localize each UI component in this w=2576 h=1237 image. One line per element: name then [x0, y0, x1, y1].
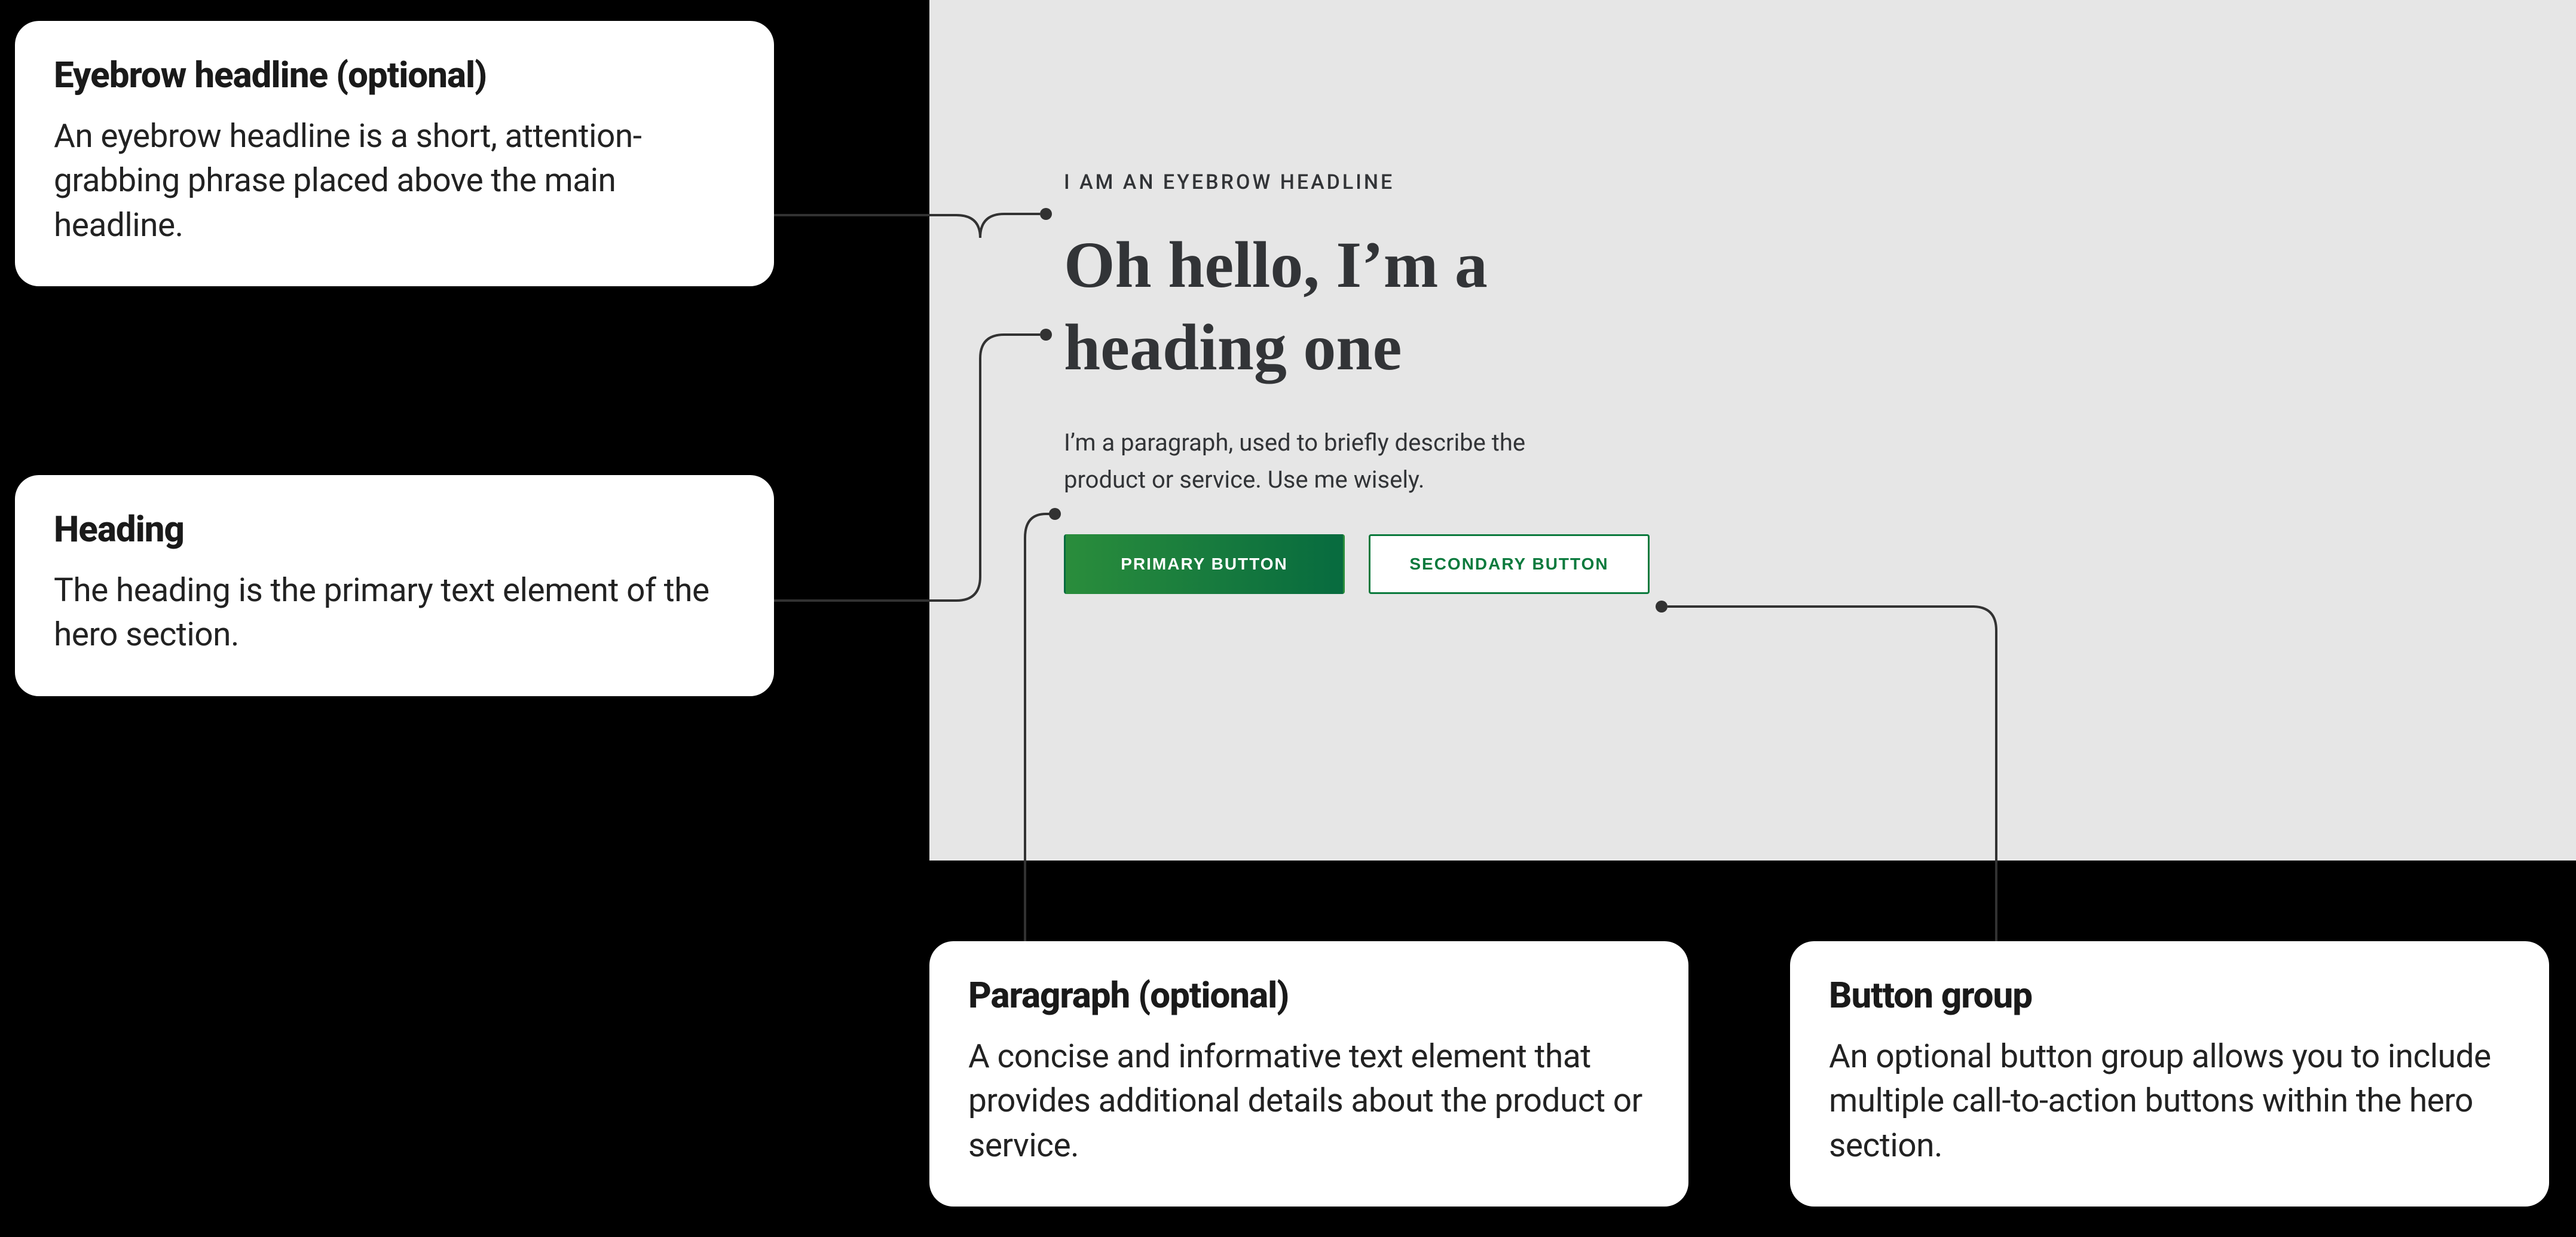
callout-body: The heading is the primary text element … — [54, 568, 735, 657]
hero-eyebrow: I AM AN EYEBROW HEADLINE — [1064, 170, 1781, 194]
callout-title: Paragraph (optional) — [968, 974, 1650, 1016]
hero-mockup: I AM AN EYEBROW HEADLINE Oh hello, I’m a… — [929, 0, 2576, 861]
secondary-button[interactable]: SECONDARY BUTTON — [1369, 534, 1650, 594]
callout-body: A concise and informative text element t… — [968, 1034, 1650, 1168]
hero-paragraph: I’m a paragraph, used to briefly describ… — [1064, 424, 1572, 498]
callout-body: An optional button group allows you to i… — [1829, 1034, 2510, 1168]
callout-eyebrow: Eyebrow headline (optional) An eyebrow h… — [15, 21, 774, 286]
hero-button-group: PRIMARY BUTTON SECONDARY BUTTON — [1064, 534, 1781, 594]
callout-heading: Heading The heading is the primary text … — [15, 475, 774, 696]
primary-button[interactable]: PRIMARY BUTTON — [1064, 534, 1345, 594]
callout-title: Heading — [54, 508, 735, 550]
callout-body: An eyebrow headline is a short, attentio… — [54, 114, 735, 247]
callout-title: Button group — [1829, 974, 2510, 1016]
callout-paragraph: Paragraph (optional) A concise and infor… — [929, 941, 1688, 1207]
hero-content: I AM AN EYEBROW HEADLINE Oh hello, I’m a… — [1064, 170, 1781, 594]
callout-title: Eyebrow headline (optional) — [54, 54, 735, 96]
callout-button-group: Button group An optional button group al… — [1790, 941, 2549, 1207]
hero-heading: Oh hello, I’m a heading one — [1064, 224, 1781, 388]
